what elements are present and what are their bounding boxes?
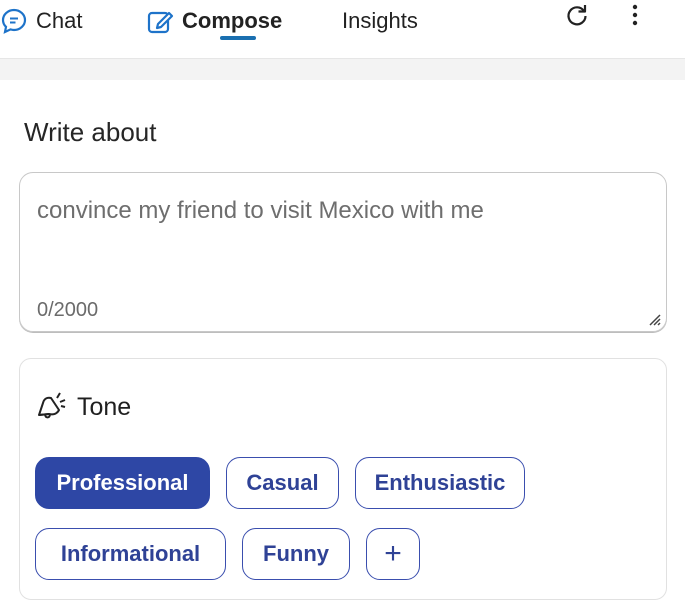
- character-counter: 0/2000: [37, 299, 99, 321]
- tone-option-casual[interactable]: Casual: [226, 457, 339, 509]
- resize-handle-icon[interactable]: [648, 313, 662, 327]
- chat-bubble-icon: [0, 7, 28, 35]
- tone-option-informational[interactable]: Informational: [35, 528, 226, 580]
- more-vertical-icon: [629, 2, 641, 33]
- more-options-button[interactable]: [618, 0, 652, 34]
- refresh-icon: [564, 2, 590, 33]
- write-about-textarea[interactable]: convince my friend to visit Mexico with …: [19, 172, 667, 332]
- compose-panel: Write about convince my friend to visit …: [0, 80, 685, 600]
- textarea-placeholder: convince my friend to visit Mexico with …: [37, 197, 484, 224]
- tab-chat-label: Chat: [36, 8, 83, 33]
- tone-label: Tone: [77, 393, 132, 421]
- write-about-label: Write about: [24, 117, 157, 147]
- tone-header: Tone: [35, 389, 131, 426]
- top-tab-bar: Chat Compose Insights: [0, 0, 685, 58]
- active-tab-indicator: [220, 36, 256, 40]
- refresh-button[interactable]: [560, 0, 594, 34]
- megaphone-icon: [35, 389, 69, 426]
- header-divider: [0, 58, 685, 81]
- tone-option-funny[interactable]: Funny: [242, 528, 350, 580]
- tab-insights[interactable]: Insights: [342, 0, 418, 42]
- tone-option-professional[interactable]: Professional: [35, 457, 210, 509]
- tab-insights-label: Insights: [342, 8, 418, 33]
- add-tone-button[interactable]: +: [366, 528, 420, 580]
- tab-chat[interactable]: Chat: [0, 0, 82, 42]
- compose-edit-icon: [146, 7, 174, 35]
- tone-card: Tone Professional Casual Enthusiastic In…: [19, 358, 667, 600]
- tab-compose[interactable]: Compose: [146, 0, 282, 42]
- tab-compose-label: Compose: [182, 8, 283, 33]
- tone-option-enthusiastic[interactable]: Enthusiastic: [355, 457, 525, 509]
